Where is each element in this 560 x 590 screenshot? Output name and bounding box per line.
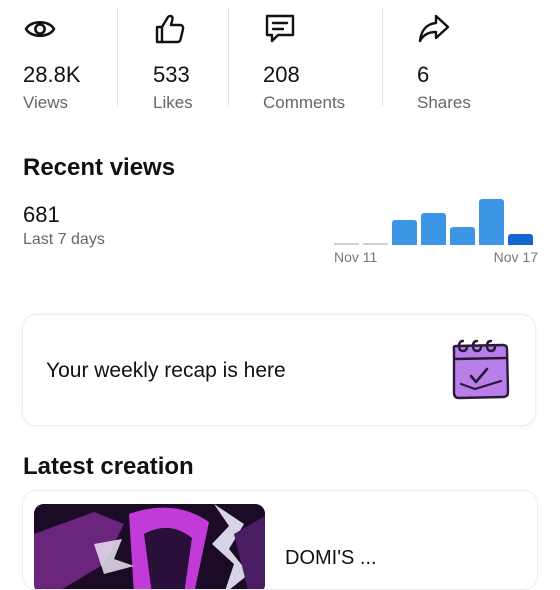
chart-tick-label: Nov 17 bbox=[493, 249, 538, 265]
stat-label: Likes bbox=[153, 93, 193, 112]
latest-creation-title: Latest creation bbox=[23, 453, 194, 480]
comment-icon bbox=[265, 14, 295, 43]
stat-value: 28.8K bbox=[23, 62, 81, 87]
thumbs-up-icon bbox=[155, 14, 185, 44]
chart-bar bbox=[508, 234, 533, 245]
creation-thumbnail[interactable] bbox=[34, 504, 265, 589]
latest-creation-card[interactable]: DOMI'S ... bbox=[22, 490, 538, 590]
stat-value: 533 bbox=[153, 62, 190, 87]
recent-views-count: 681 bbox=[23, 202, 60, 227]
recent-views-title: Recent views bbox=[23, 154, 176, 181]
chart-bar bbox=[363, 243, 388, 245]
chart-bar bbox=[392, 220, 417, 245]
stat-label: Comments bbox=[263, 93, 346, 112]
weekly-recap-text: Your weekly recap is here bbox=[46, 359, 286, 382]
stat-label: Views bbox=[23, 93, 69, 112]
calendar-check-icon bbox=[452, 339, 510, 400]
creation-title: DOMI'S ... bbox=[285, 547, 377, 569]
chart-bar bbox=[479, 199, 504, 245]
stat-value: 6 bbox=[417, 62, 430, 87]
weekly-recap-card[interactable]: Your weekly recap is here bbox=[22, 314, 536, 426]
chart-tick-label: Nov 11 bbox=[334, 249, 378, 265]
eye-icon bbox=[24, 20, 56, 38]
divider bbox=[117, 8, 118, 106]
divider bbox=[228, 8, 229, 106]
recent-views-period: Last 7 days bbox=[23, 231, 105, 248]
chart-bar bbox=[421, 213, 446, 245]
chart-bar bbox=[334, 243, 359, 245]
stat-value: 208 bbox=[263, 62, 300, 87]
divider bbox=[382, 8, 383, 106]
chart-bar bbox=[450, 227, 475, 245]
share-icon bbox=[418, 14, 450, 43]
stat-label: Shares bbox=[417, 93, 471, 112]
stats-row: 28.8K Views 533 Likes 208 Comments 6 Sha… bbox=[0, 0, 560, 112]
recent-views-chart: Nov 11 Nov 17 bbox=[334, 192, 540, 267]
thumbnail-image bbox=[34, 504, 265, 589]
